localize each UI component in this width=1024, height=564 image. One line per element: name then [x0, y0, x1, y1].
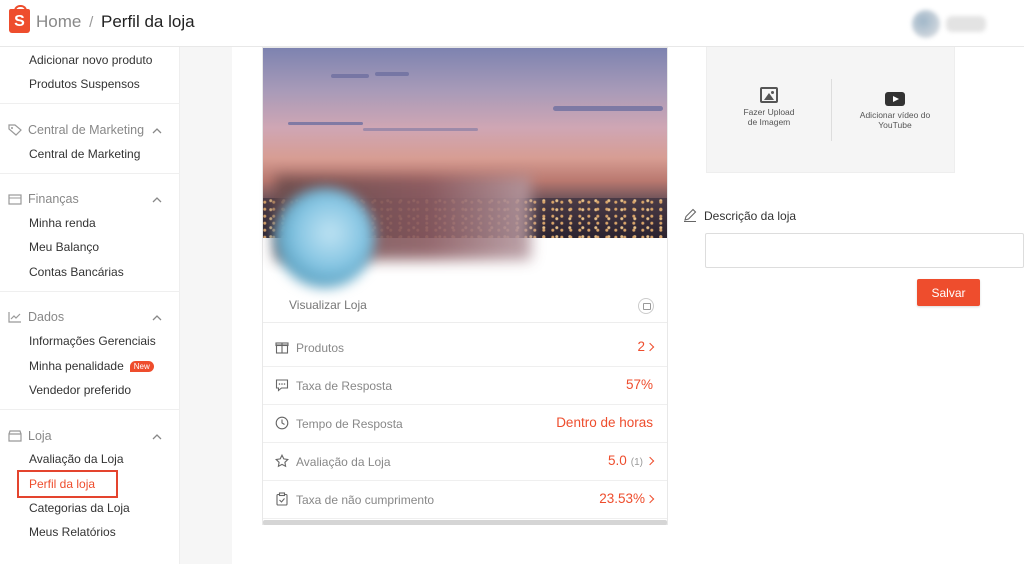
sidebar-item-marketing-center[interactable]: Central de Marketing: [29, 147, 140, 161]
username-blurred: [946, 16, 986, 32]
sidebar-item-meus-relatorios[interactable]: Meus Relatórios: [29, 525, 116, 539]
save-button[interactable]: Salvar: [917, 279, 980, 306]
sidebar-section-dados[interactable]: Dados: [8, 310, 64, 324]
upload-image-button[interactable]: Fazer Upload de Imagem: [741, 87, 797, 127]
sidebar-item-add-product[interactable]: Adicionar novo produto: [29, 53, 152, 67]
sidebar-item-categorias-loja[interactable]: Categorias da Loja: [29, 501, 130, 515]
sidebar-divider: [0, 173, 180, 174]
breadcrumb-separator: /: [89, 14, 94, 31]
sidebar-divider: [0, 409, 180, 410]
sidebar-divider: [0, 291, 180, 292]
sidebar-item-minha-penalidade[interactable]: Minha penalidade New: [29, 359, 154, 373]
sidebar-section-loja[interactable]: Loja: [8, 429, 52, 443]
sidebar-item-avaliacao-loja[interactable]: Avaliação da Loja: [29, 452, 124, 466]
review-count: (1): [630, 457, 643, 468]
sidebar-item-suspended-products[interactable]: Produtos Suspensos: [29, 77, 140, 91]
sidebar-item-contas-bancarias[interactable]: Contas Bancárias: [29, 265, 124, 279]
stat-row-taxa-resposta: Taxa de Resposta 57%: [263, 367, 667, 405]
chevron-right-icon: [645, 342, 655, 352]
annotation-highlight-box: [17, 470, 118, 498]
youtube-icon: [885, 92, 905, 106]
stat-label: Produtos: [296, 341, 345, 355]
stat-value: 5.0 (1): [608, 453, 655, 468]
chart-line-icon: [8, 312, 21, 323]
stat-row-tempo-resposta: Tempo de Resposta Dentro de horas: [263, 405, 667, 443]
sidebar-item-informacoes-gerenciais[interactable]: Informações Gerenciais: [29, 334, 156, 348]
description-label: Descrição da loja: [704, 209, 797, 223]
add-youtube-video-button[interactable]: Adicionar vídeo do YouTube: [847, 92, 943, 130]
new-badge: New: [129, 361, 154, 372]
shopee-logo-icon[interactable]: S: [9, 5, 30, 33]
stat-value: 57%: [625, 377, 653, 392]
image-icon: [760, 87, 778, 103]
sidebar-item-vendedor-preferido[interactable]: Vendedor preferido: [29, 383, 131, 397]
avatar: [912, 10, 940, 38]
stat-value: 2: [637, 339, 655, 354]
chevron-up-icon[interactable]: [152, 314, 162, 322]
stat-label: Avaliação da Loja: [296, 455, 391, 469]
media-divider: [831, 79, 832, 141]
stat-label: Taxa de não cumprimento: [296, 493, 435, 507]
sidebar-section-marketing[interactable]: Central de Marketing: [8, 123, 144, 137]
sidebar-divider: [0, 103, 180, 104]
page-title: Perfil da loja: [101, 12, 195, 31]
gift-icon: [275, 342, 289, 354]
shop-profile-card: Visualizar Loja Produtos 2 Taxa de Respo…: [262, 47, 668, 525]
breadcrumb: Home / Perfil da loja: [36, 12, 195, 32]
stat-row-avaliacao[interactable]: Avaliação da Loja 5.0 (1): [263, 443, 667, 481]
user-menu[interactable]: [912, 10, 986, 38]
horizontal-scrollbar[interactable]: [263, 520, 667, 525]
tag-icon: [8, 124, 22, 136]
top-header: S Home / Perfil da loja: [0, 0, 1024, 47]
chevron-up-icon[interactable]: [152, 127, 162, 135]
store-icon: [8, 430, 22, 442]
sidebar-item-minha-renda[interactable]: Minha renda: [29, 216, 96, 230]
stat-row-produtos[interactable]: Produtos 2: [263, 329, 667, 367]
clipboard-icon: [276, 492, 288, 506]
chat-icon: [275, 379, 289, 392]
sidebar-section-financas[interactable]: Finanças: [8, 192, 79, 206]
shop-avatar-blurred: [275, 188, 375, 288]
chevron-up-icon[interactable]: [152, 196, 162, 204]
wallet-icon: [8, 194, 22, 205]
stat-value: Dentro de horas: [556, 415, 653, 430]
stat-label: Tempo de Resposta: [296, 417, 403, 431]
stat-row-taxa-nao-cumprimento[interactable]: Taxa de não cumprimento 23.53%: [263, 481, 667, 519]
star-icon: [275, 454, 289, 468]
stat-value: 23.53%: [599, 491, 655, 506]
chevron-right-icon: [645, 494, 655, 504]
chevron-right-icon: [645, 456, 655, 466]
clock-icon: [275, 416, 289, 430]
monitor-icon[interactable]: [638, 298, 654, 314]
sidebar-item-meu-balanco[interactable]: Meu Balanço: [29, 240, 99, 254]
stats-divider: [263, 322, 667, 323]
media-upload-box: Fazer Upload de Imagem Adicionar vídeo d…: [706, 47, 955, 173]
chevron-up-icon[interactable]: [152, 433, 162, 441]
pencil-icon: [684, 208, 697, 222]
stat-label: Taxa de Resposta: [296, 379, 393, 393]
description-input[interactable]: [705, 233, 1024, 268]
breadcrumb-home[interactable]: Home: [36, 12, 81, 31]
view-store-link[interactable]: Visualizar Loja: [289, 298, 367, 312]
